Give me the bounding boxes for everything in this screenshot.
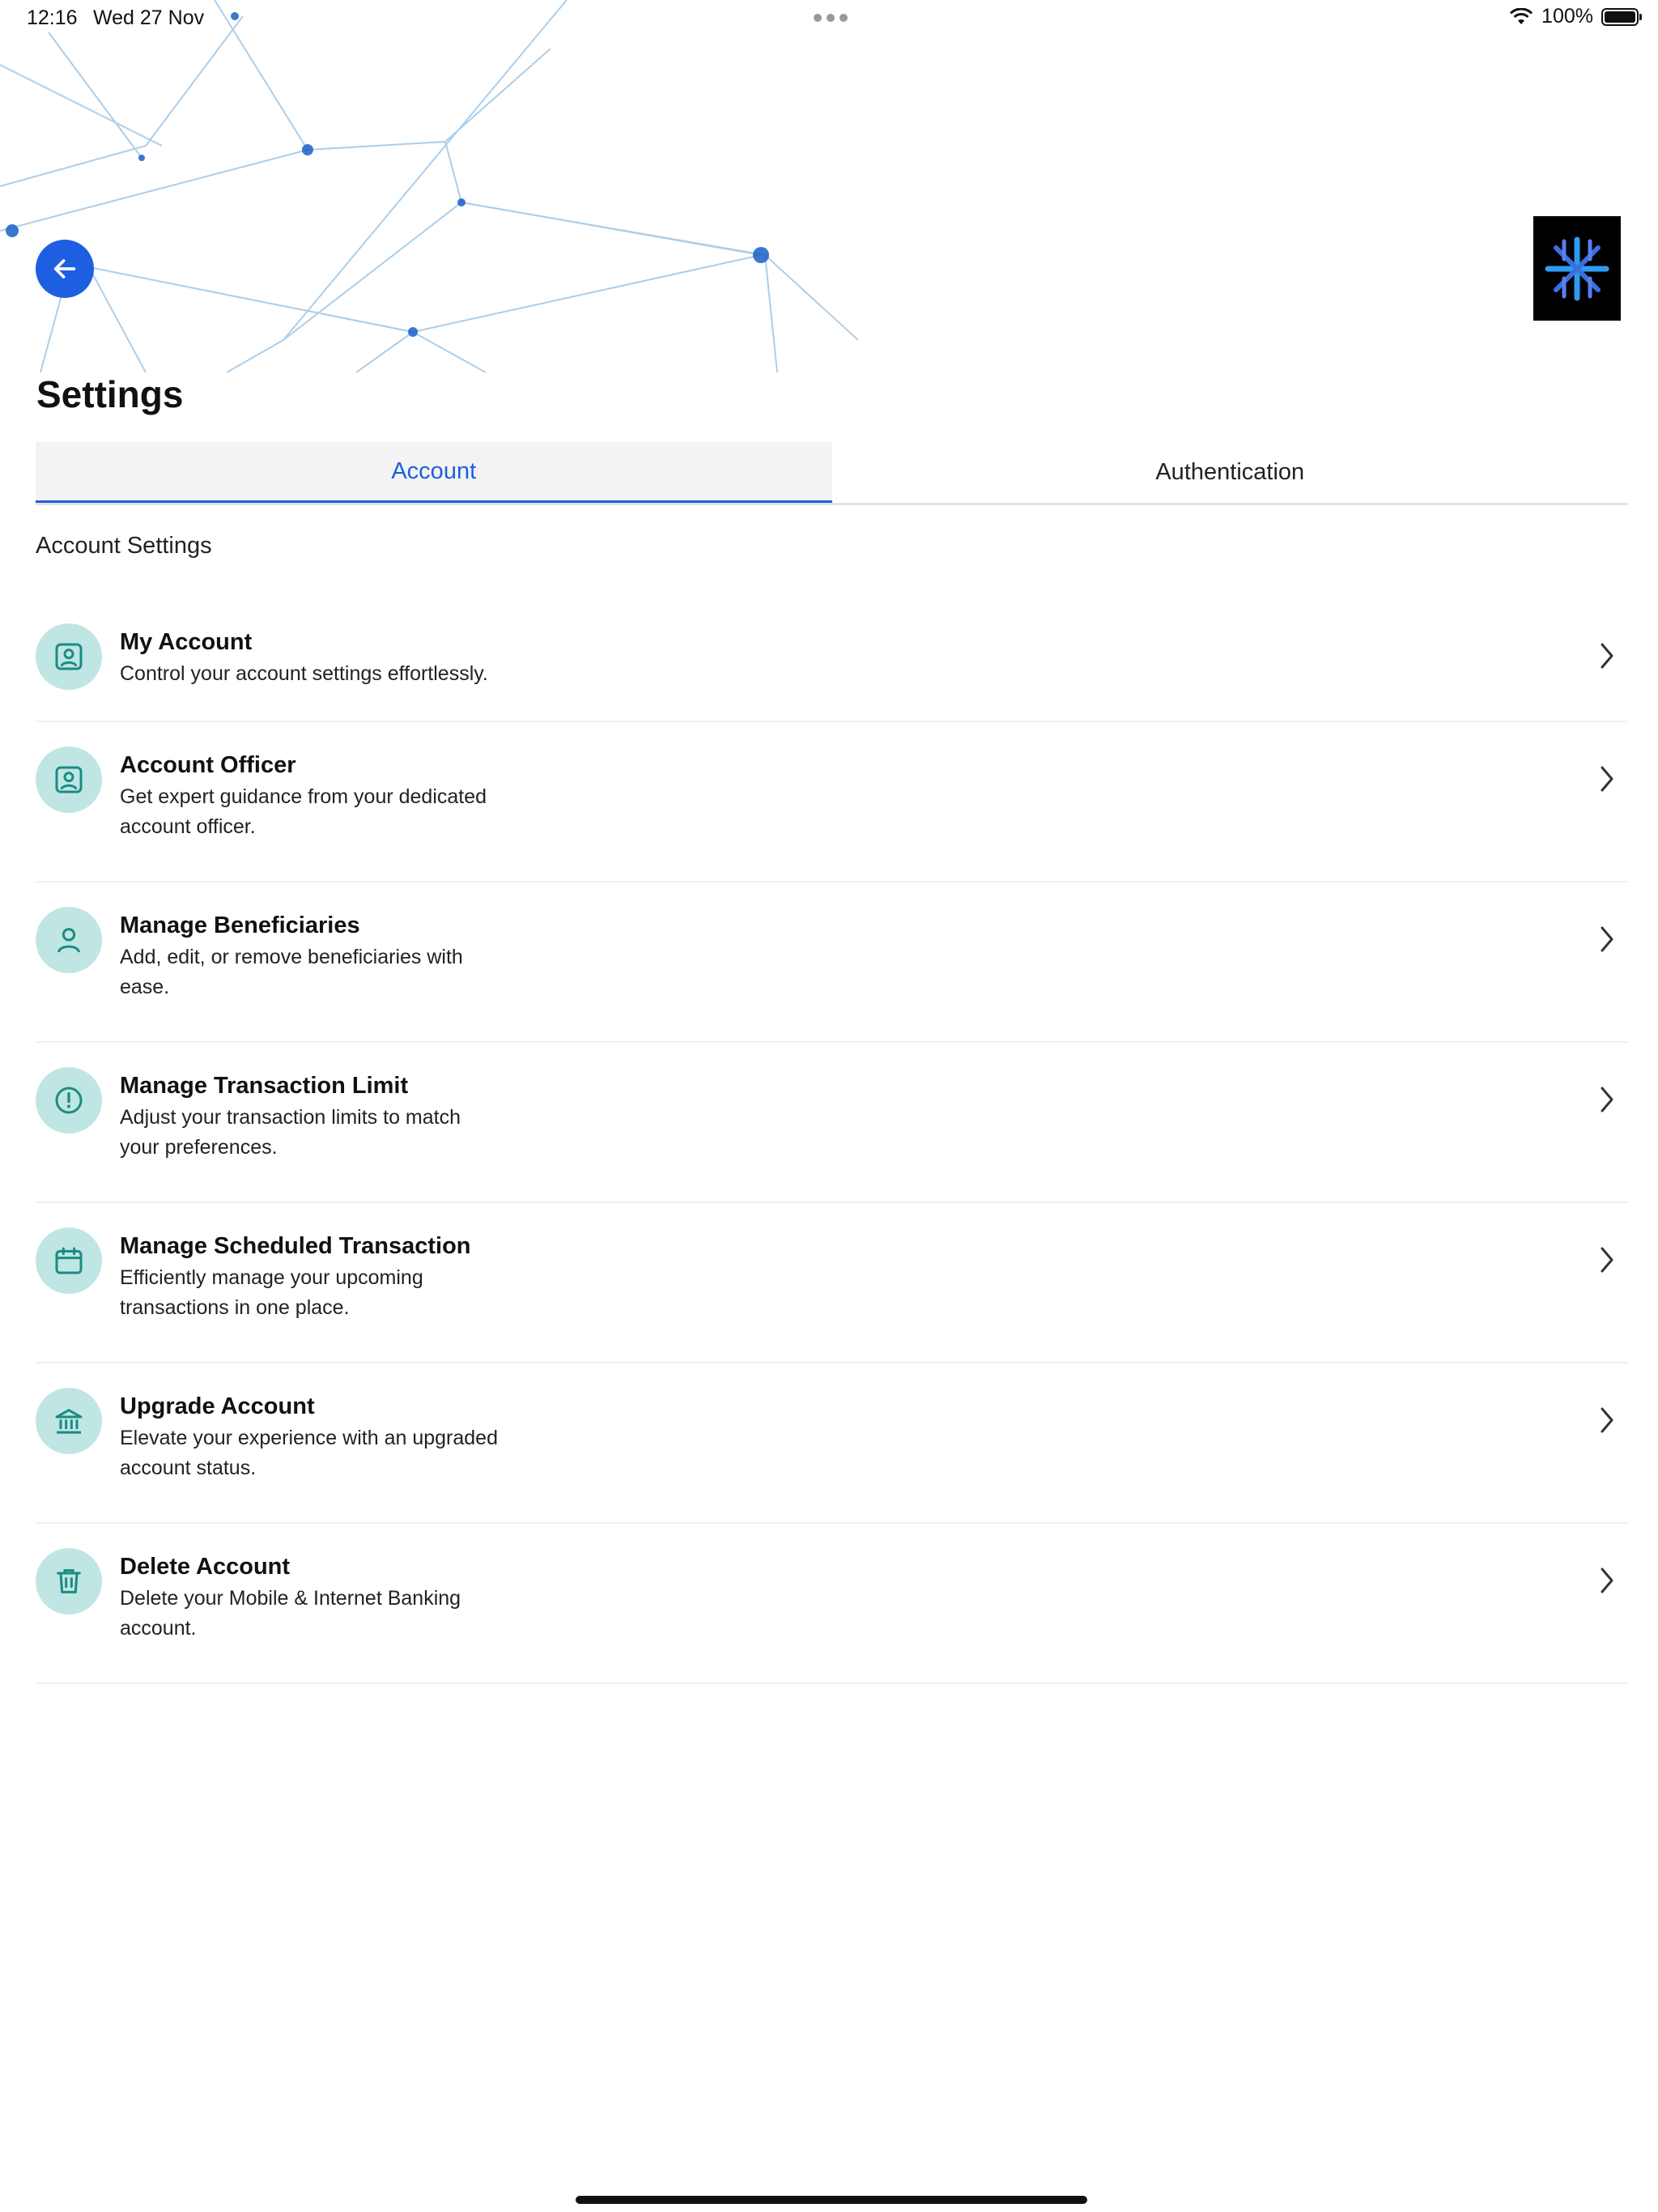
chevron-right-icon bbox=[1601, 643, 1613, 669]
item-description: Control your account settings effortless… bbox=[120, 662, 488, 685]
item-title: My Account bbox=[120, 629, 253, 655]
item-description: Get expert guidance from your dedicated … bbox=[120, 785, 487, 838]
item-title: Manage Scheduled Transaction bbox=[120, 1233, 471, 1259]
settings-item-my-account[interactable]: My Account Control your account settings… bbox=[36, 599, 1628, 722]
battery-fill bbox=[1605, 11, 1635, 23]
home-indicator[interactable] bbox=[576, 2196, 1087, 2204]
contact-card-icon bbox=[36, 747, 102, 813]
multitasking-dots-icon[interactable] bbox=[814, 14, 848, 22]
page-title: Settings bbox=[36, 373, 184, 415]
user-icon bbox=[36, 907, 102, 973]
tab-authentication[interactable]: Authentication bbox=[832, 442, 1629, 503]
item-title: Delete Account bbox=[120, 1554, 291, 1580]
chevron-right-icon bbox=[1601, 1247, 1613, 1273]
chevron-right-icon bbox=[1601, 1568, 1613, 1593]
chevron-right-icon bbox=[1601, 1087, 1613, 1112]
settings-item-delete-account[interactable]: Delete Account Delete your Mobile & Inte… bbox=[36, 1524, 1628, 1684]
alert-circle-icon bbox=[36, 1067, 102, 1134]
settings-item-manage-scheduled-transaction[interactable]: Manage Scheduled Transaction Efficiently… bbox=[36, 1203, 1628, 1363]
settings-tabs: Account Authentication bbox=[36, 442, 1628, 505]
status-right-group: 100% bbox=[1509, 5, 1642, 28]
item-description: Add, edit, or remove beneficiaries with … bbox=[120, 946, 463, 998]
trash-icon bbox=[36, 1548, 102, 1614]
status-time: 12:16 bbox=[27, 6, 78, 29]
settings-item-upgrade-account[interactable]: Upgrade Account Elevate your experience … bbox=[36, 1363, 1628, 1524]
settings-list: My Account Control your account settings… bbox=[36, 599, 1628, 1684]
settings-item-account-officer[interactable]: Account Officer Get expert guidance from… bbox=[36, 722, 1628, 883]
tab-account[interactable]: Account bbox=[36, 442, 832, 503]
section-label: Account Settings bbox=[36, 533, 212, 559]
item-title: Account Officer bbox=[120, 752, 296, 778]
status-date: Wed 27 Nov bbox=[93, 6, 205, 29]
battery-icon bbox=[1601, 7, 1642, 26]
status-bar: 12:16 Wed 27 Nov 100% bbox=[0, 0, 1658, 40]
wifi-icon bbox=[1509, 7, 1533, 24]
chevron-right-icon bbox=[1601, 926, 1613, 952]
item-title: Manage Transaction Limit bbox=[120, 1073, 409, 1099]
settings-page: 12:16 Wed 27 Nov 100% Settings Account A… bbox=[0, 0, 1658, 2212]
settings-item-manage-transaction-limit[interactable]: Manage Transaction Limit Adjust your tra… bbox=[36, 1043, 1628, 1203]
chevron-right-icon bbox=[1601, 766, 1613, 792]
network-background-art bbox=[0, 0, 858, 372]
item-description: Elevate your experience with an upgraded… bbox=[120, 1427, 498, 1479]
brand-logo bbox=[1533, 216, 1621, 321]
item-description: Adjust your transaction limits to match … bbox=[120, 1106, 461, 1159]
battery-percentage: 100% bbox=[1541, 5, 1593, 28]
snowflake-logo-icon bbox=[1545, 236, 1609, 300]
contact-card-icon bbox=[36, 623, 102, 690]
item-title: Upgrade Account bbox=[120, 1393, 315, 1419]
arrow-left-icon bbox=[53, 259, 76, 279]
calendar-icon bbox=[36, 1227, 102, 1294]
back-button[interactable] bbox=[36, 240, 94, 298]
settings-item-manage-beneficiaries[interactable]: Manage Beneficiaries Add, edit, or remov… bbox=[36, 883, 1628, 1043]
item-description: Efficiently manage your upcoming transac… bbox=[120, 1266, 423, 1319]
bank-icon bbox=[36, 1388, 102, 1454]
item-title: Manage Beneficiaries bbox=[120, 912, 360, 938]
chevron-right-icon bbox=[1601, 1407, 1613, 1433]
item-description: Delete your Mobile & Internet Banking ac… bbox=[120, 1587, 461, 1640]
